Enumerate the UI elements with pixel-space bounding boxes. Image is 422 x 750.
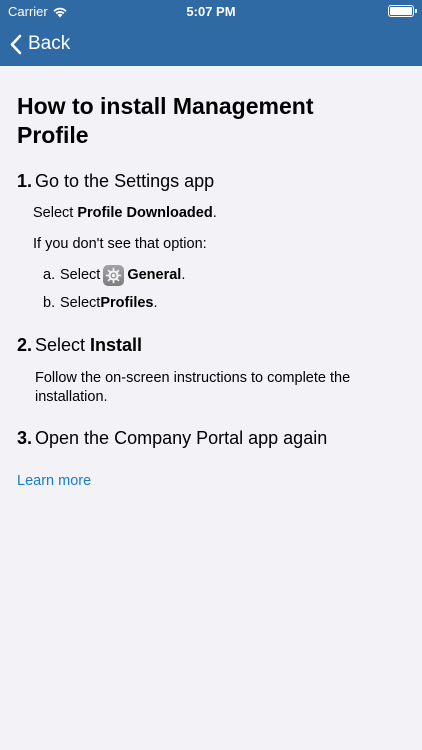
substep-letter: b. <box>43 295 56 311</box>
substep-b: b. Select Profiles. <box>43 292 407 314</box>
page-title: How to install Management Profile <box>17 93 314 148</box>
battery-icon <box>388 5 417 17</box>
step-title: Open the Company Portal app again <box>35 428 328 448</box>
step-number: 3. <box>17 428 33 448</box>
step-number: 2. <box>17 335 33 355</box>
substep-prefix: Select <box>60 267 101 283</box>
navigation-bar: Back <box>0 22 422 66</box>
substep-bold: Profiles <box>100 295 154 311</box>
step-1-instruction: Select Profile Downloaded. <box>33 204 407 223</box>
back-label: Back <box>28 33 71 54</box>
step-1-fallback: If you don't see that option: <box>33 236 207 252</box>
chevron-left-icon <box>10 34 22 54</box>
learn-more-link[interactable]: Learn more <box>17 473 407 489</box>
substep-suffix: . <box>153 295 158 311</box>
instruction-bold: Profile Downloaded <box>77 205 213 221</box>
step-3-heading: 3. Open the Company Portal app again <box>17 427 407 449</box>
settings-gear-icon <box>103 264 125 286</box>
instruction-suffix: . <box>212 205 217 221</box>
status-time: 5:07 PM <box>186 4 236 19</box>
step-2-description: Follow the on-screen instructions to com… <box>35 370 351 405</box>
substep-letter: a. <box>43 267 56 283</box>
instructions-content: How to install Management Profile 1. Go … <box>17 92 407 489</box>
step-title-bold: Install <box>90 335 143 355</box>
status-bar: Carrier 5:07 PM <box>0 0 422 22</box>
step-title: Select Install <box>35 334 142 356</box>
step-title-prefix: Select <box>35 335 91 355</box>
substep-prefix: Select <box>60 295 101 311</box>
substep-bold: General <box>127 267 182 283</box>
step-title: Go to the Settings app <box>35 171 215 191</box>
step-2-heading: 2. Select Install <box>17 334 407 356</box>
top-bar: Carrier 5:07 PM Back <box>0 0 422 66</box>
step-1-heading: 1. Go to the Settings app <box>17 170 407 192</box>
step-number: 1. <box>17 171 33 191</box>
substep-suffix: . <box>181 267 186 283</box>
back-button[interactable]: Back <box>10 29 70 59</box>
substep-a: a. Select General. <box>43 264 407 286</box>
instruction-prefix: Select <box>33 205 78 221</box>
